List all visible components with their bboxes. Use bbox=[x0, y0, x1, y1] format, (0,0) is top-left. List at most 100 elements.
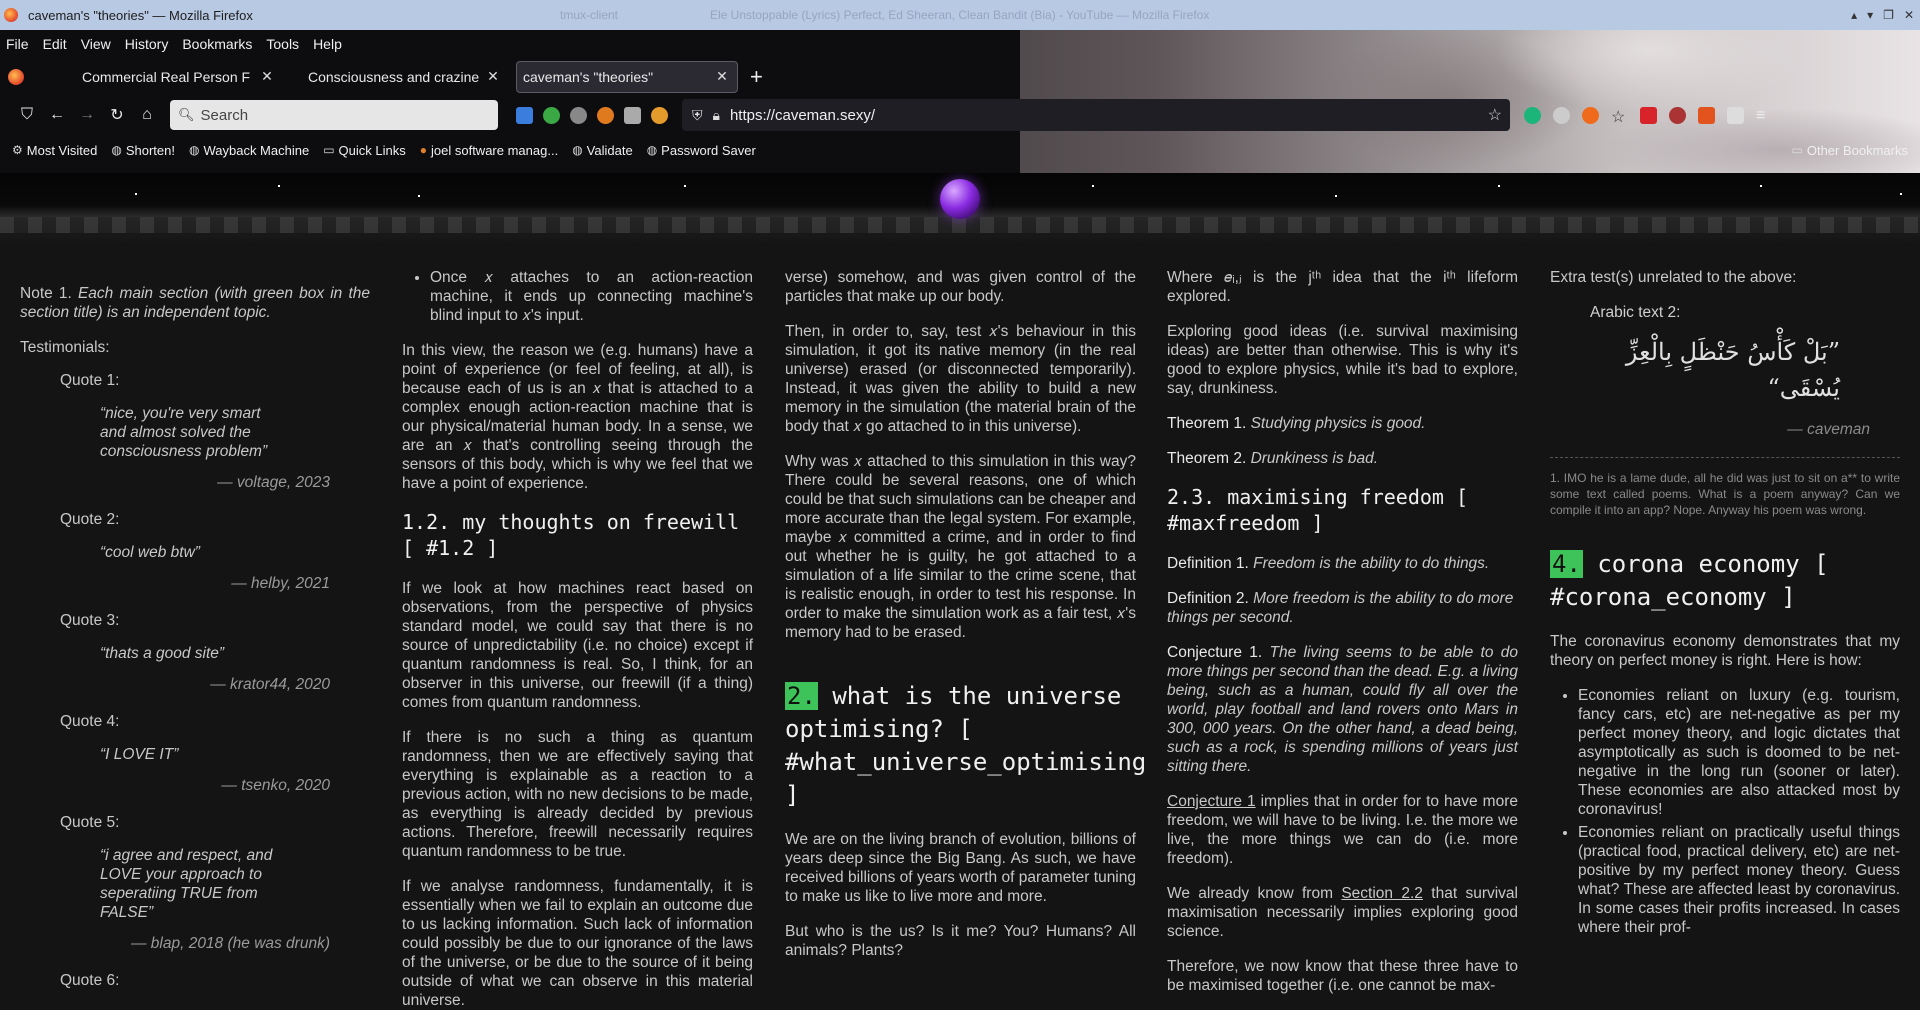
arabic-label: Arabic text 2: bbox=[1590, 304, 1681, 321]
section-heading-freedom[interactable]: 2.3. maximising freedom [ #maxfreedom ] bbox=[1167, 484, 1518, 536]
extension-icon[interactable] bbox=[651, 106, 668, 124]
search-input[interactable]: 🔍︎ Search bbox=[170, 100, 498, 130]
extension-icon[interactable] bbox=[1582, 106, 1599, 124]
quote-text: “cool web btw” bbox=[100, 544, 200, 561]
column-1: Note 1. Each main section (with green bo… bbox=[20, 268, 370, 1004]
paragraph: Therefore, we now know that these three … bbox=[1167, 958, 1518, 994]
lock-icon[interactable]: 🔒︎ bbox=[713, 107, 720, 124]
conjecture-1: Conjecture 1. The living seems to be abl… bbox=[1167, 643, 1518, 776]
hamburger-menu-icon[interactable]: ≡ bbox=[1756, 107, 1773, 124]
extension-icon[interactable] bbox=[1698, 106, 1715, 124]
tab-caveman[interactable]: caveman's "theories" ✕ bbox=[516, 60, 738, 93]
tab-label: Commercial Real Person F bbox=[82, 68, 251, 85]
firefox-view-icon[interactable] bbox=[8, 68, 24, 85]
quote-heading: Quote 1: bbox=[60, 372, 120, 389]
url-bar[interactable]: ⛨ 🔒︎ https://caveman.sexy/ ☆ bbox=[682, 99, 1510, 131]
restore-icon[interactable]: ❐ bbox=[1883, 8, 1894, 22]
theorem-label: Theorem 2. bbox=[1167, 450, 1247, 467]
window-title: caveman's "theories" — Mozilla Firefox bbox=[28, 7, 253, 23]
section-heading-universe[interactable]: 2. what is the universe optimising? [ #w… bbox=[785, 680, 1146, 812]
shield-icon[interactable]: ⛨ bbox=[692, 107, 703, 124]
extension-icon[interactable] bbox=[1524, 106, 1541, 124]
scroll-up-icon[interactable]: ▴ bbox=[1851, 8, 1857, 22]
testimonials-label: Testimonials: bbox=[20, 339, 110, 356]
home-icon[interactable]: ⌂ bbox=[132, 100, 162, 130]
minimize-icon[interactable]: ▾ bbox=[1867, 8, 1873, 22]
pocket-icon[interactable]: ⛉ bbox=[12, 100, 42, 130]
menu-edit[interactable]: Edit bbox=[43, 36, 67, 52]
bookmark-quick-links[interactable]: ▭ Quick Links bbox=[323, 143, 406, 158]
close-tab-icon[interactable]: ✕ bbox=[715, 68, 729, 85]
globe-icon: ◍ bbox=[572, 143, 583, 157]
extension-icon[interactable] bbox=[1669, 106, 1686, 124]
ghost-window-title: tmux-client bbox=[560, 8, 619, 22]
theorem-1: Theorem 1. Studying physics is good. bbox=[1167, 414, 1518, 433]
column-5: Extra test(s) unrelated to the above: Ar… bbox=[1550, 268, 1900, 953]
url-text[interactable]: https://caveman.sexy/ bbox=[730, 107, 1488, 124]
new-tab-button[interactable]: + bbox=[750, 64, 763, 90]
bookmark-most-visited[interactable]: ⚙ Most Visited bbox=[12, 143, 97, 158]
back-icon[interactable]: ← bbox=[42, 100, 72, 130]
section-heading-freewill[interactable]: 1.2. my thoughts on freewill [ #1.2 ] bbox=[402, 509, 753, 561]
tab-consciousness[interactable]: Consciousness and crazine ✕ bbox=[290, 61, 508, 93]
extension-icon[interactable] bbox=[597, 106, 614, 124]
forward-icon[interactable]: → bbox=[72, 100, 102, 130]
extension-icon[interactable] bbox=[516, 106, 533, 124]
definition-2: Definition 2. More freedom is the abilit… bbox=[1167, 589, 1518, 627]
purple-orb-logo[interactable] bbox=[940, 179, 980, 219]
paragraph: If we look at how machines react based o… bbox=[402, 580, 753, 711]
section-title: what is the universe optimising? [ #what… bbox=[785, 682, 1147, 809]
menu-history[interactable]: History bbox=[125, 36, 169, 52]
search-icon: 🔍︎ bbox=[178, 107, 195, 122]
bookmark-password-saver[interactable]: ◍ Password Saver bbox=[647, 143, 756, 158]
bookmark-label: Most Visited bbox=[26, 142, 98, 158]
bookmark-validate[interactable]: ◍ Validate bbox=[572, 143, 633, 158]
bookmark-wayback[interactable]: ◍ Wayback Machine bbox=[189, 143, 309, 158]
conjecture-link[interactable]: Conjecture 1 bbox=[1167, 793, 1256, 810]
bookmark-shorten[interactable]: ◍ Shorten! bbox=[111, 143, 175, 158]
menu-bookmarks[interactable]: Bookmarks bbox=[182, 36, 252, 52]
menu-tools[interactable]: Tools bbox=[266, 36, 299, 52]
menu-view[interactable]: View bbox=[81, 36, 111, 52]
bookmark-joel[interactable]: ● joel software manag... bbox=[420, 143, 558, 158]
quote-text: “I LOVE IT” bbox=[100, 746, 179, 763]
star-decoration bbox=[278, 185, 280, 187]
section-heading-corona[interactable]: 4. corona economy [ #corona_economy ] bbox=[1550, 548, 1900, 614]
site-icon: ● bbox=[419, 143, 427, 157]
extension-icon[interactable] bbox=[1553, 106, 1570, 124]
quote-author: — blap, 2018 (he was drunk) bbox=[130, 935, 330, 952]
extensions-icon[interactable] bbox=[1727, 106, 1744, 124]
arabic-author: — caveman bbox=[1787, 421, 1870, 438]
definition-label: Definition 2. bbox=[1167, 590, 1249, 607]
bookmark-label: Validate bbox=[586, 142, 633, 158]
conjecture-label: Conjecture 1. bbox=[1167, 644, 1263, 661]
star-icon[interactable]: ☆ bbox=[1611, 107, 1628, 126]
theorem-label: Theorem 1. bbox=[1167, 415, 1247, 432]
gear-icon[interactable] bbox=[570, 106, 587, 124]
title-bar: caveman's "theories" — Mozilla Firefox t… bbox=[0, 0, 1920, 30]
search-placeholder: Search bbox=[200, 106, 249, 124]
quote-author: — helby, 2021 bbox=[231, 575, 330, 592]
close-tab-icon[interactable]: ✕ bbox=[486, 68, 500, 85]
library-icon[interactable] bbox=[624, 106, 641, 124]
bookmark-star-icon[interactable]: ☆ bbox=[1488, 105, 1502, 125]
tab-strip: Commercial Real Person F ✕ Consciousness… bbox=[0, 58, 1920, 95]
star-decoration bbox=[135, 193, 137, 195]
paragraph: verse) somehow, and was given control of… bbox=[785, 269, 1136, 305]
quote-heading: Quote 5: bbox=[60, 814, 120, 831]
tab-commercial[interactable]: Commercial Real Person F ✕ bbox=[64, 61, 282, 93]
gear-icon: ⚙ bbox=[12, 143, 23, 157]
paragraph: If we analyse randomness, fundamentally,… bbox=[402, 878, 753, 1009]
reload-icon[interactable]: ↻ bbox=[102, 100, 132, 130]
paragraph: Conjecture 1 implies that in order for t… bbox=[1167, 792, 1518, 868]
bookmark-other[interactable]: ▭ Other Bookmarks bbox=[1792, 143, 1909, 158]
extension-icon[interactable] bbox=[543, 106, 560, 124]
menu-help[interactable]: Help bbox=[313, 36, 342, 52]
quote-author: — krator44, 2020 bbox=[210, 676, 330, 693]
close-icon[interactable]: ✕ bbox=[1904, 8, 1914, 22]
list-item: Economies reliant on practically useful … bbox=[1578, 823, 1900, 937]
close-tab-icon[interactable]: ✕ bbox=[260, 68, 274, 85]
extension-icon[interactable] bbox=[1640, 106, 1657, 124]
menu-file[interactable]: File bbox=[6, 36, 29, 52]
section-link[interactable]: Section 2.2 bbox=[1341, 885, 1423, 902]
